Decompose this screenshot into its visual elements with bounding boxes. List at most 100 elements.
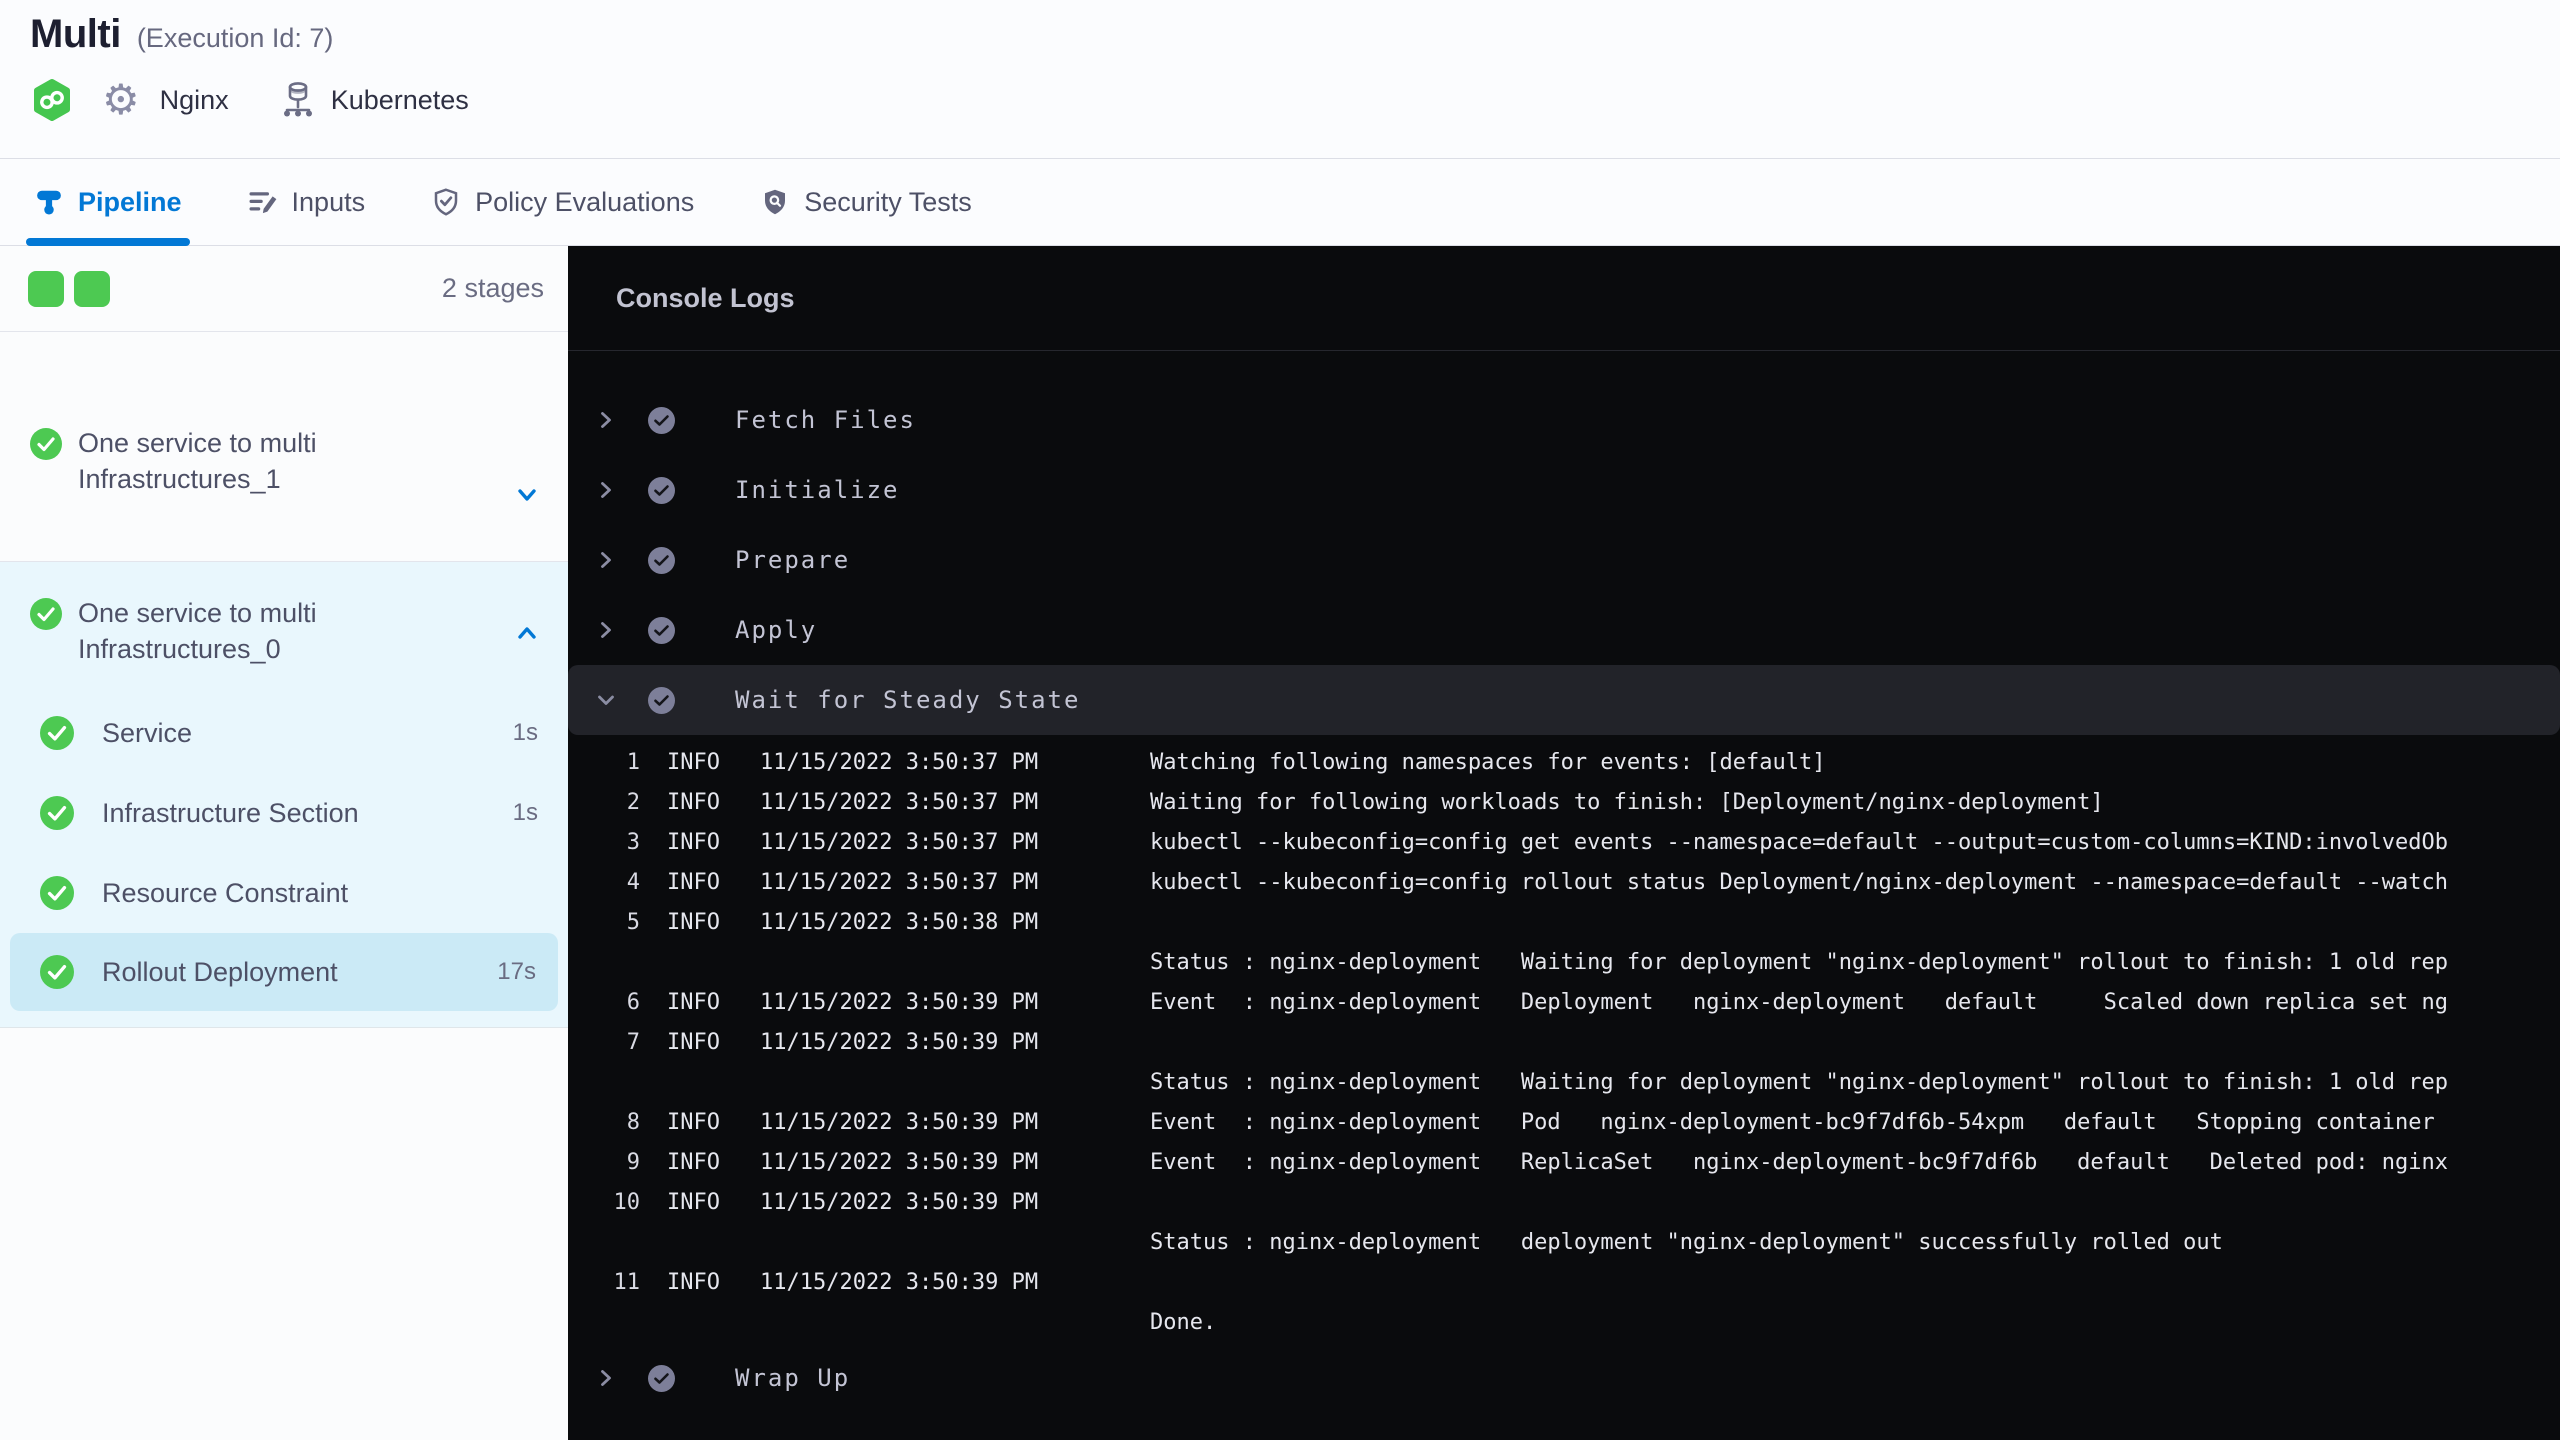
console-step-label: Initialize bbox=[735, 476, 900, 504]
log-line: 8 INFO 11/15/2022 3:50:39 PM Event : nginx-… bbox=[568, 1103, 2560, 1143]
chevron-right-icon[interactable] bbox=[594, 478, 618, 502]
log-line-number: 9 bbox=[626, 1150, 640, 1175]
step-row-infrastructure-section[interactable]: Infrastructure Section 1s bbox=[0, 773, 568, 853]
stage-success-check-icon bbox=[30, 428, 62, 460]
log-line-number: 4 bbox=[626, 870, 640, 895]
stage-name: One service to multi Infrastructures_1 bbox=[78, 428, 317, 494]
log-message bbox=[1150, 1263, 2560, 1303]
log-timestamp: 11/15/2022 3:50:39 PM bbox=[760, 1150, 1039, 1175]
console-logs-header: Console Logs bbox=[568, 246, 2560, 351]
log-line-number: 2 bbox=[626, 790, 640, 815]
tab-policy-evaluations[interactable]: Policy Evaluations bbox=[431, 159, 694, 245]
page-header: Multi (Execution Id: 7) ⚙ Nginx Kubernet… bbox=[0, 0, 2560, 158]
console-step-fetch-files[interactable]: Fetch Files bbox=[568, 385, 2560, 455]
log-timestamp: 11/15/2022 3:50:39 PM bbox=[760, 1110, 1039, 1135]
log-message: Status : nginx-deployment Waiting for de… bbox=[1150, 950, 2449, 975]
console-step-wait-for-steady-state-expanded[interactable]: Wait for Steady State bbox=[568, 665, 2560, 735]
console-logs-panel: Console Logs Fetch Files Initialize Prep… bbox=[568, 246, 2560, 1440]
chevron-right-icon[interactable] bbox=[594, 548, 618, 572]
chevron-right-icon[interactable] bbox=[594, 1366, 618, 1390]
log-line-number: 1 bbox=[626, 750, 640, 775]
log-line-number: 6 bbox=[626, 990, 640, 1015]
log-level bbox=[640, 1223, 760, 1263]
log-timestamp: 11/15/2022 3:50:39 PM bbox=[760, 990, 1039, 1015]
log-message bbox=[1150, 1023, 2560, 1063]
log-level: INFO bbox=[667, 830, 720, 855]
infra-chip-label[interactable]: Kubernetes bbox=[331, 85, 469, 116]
log-line: 11 INFO 11/15/2022 3:50:39 PM bbox=[568, 1263, 2560, 1303]
execution-id: (Execution Id: 7) bbox=[136, 23, 334, 53]
step-success-check-icon bbox=[40, 796, 74, 830]
service-chip-label[interactable]: Nginx bbox=[160, 85, 229, 116]
log-line-number: 7 bbox=[626, 1030, 640, 1055]
chevron-up-icon[interactable] bbox=[512, 618, 542, 648]
log-message: Status : nginx-deployment Waiting for de… bbox=[1150, 1070, 2449, 1095]
log-line: 6 INFO 11/15/2022 3:50:39 PM Event : nginx-… bbox=[568, 983, 2560, 1023]
step-row-resource-constraint[interactable]: Resource Constraint bbox=[0, 853, 568, 933]
log-line: 1 INFO 11/15/2022 3:50:37 PM Watching follo… bbox=[568, 743, 2560, 783]
main-content: 2 stages One service to multi Infrastruc… bbox=[0, 246, 2560, 1440]
tab-security-tests-label: Security Tests bbox=[804, 186, 972, 217]
step-success-badge-icon bbox=[648, 406, 675, 434]
console-step-apply[interactable]: Apply bbox=[568, 595, 2560, 665]
log-level bbox=[640, 1063, 760, 1103]
stage-success-check-icon bbox=[30, 598, 62, 630]
chevron-down-icon[interactable] bbox=[594, 688, 618, 712]
log-message: Event : nginx-deployment Pod nginx-deplo… bbox=[1150, 1110, 2435, 1135]
stage-row-infrastructures-0[interactable]: One service to multi Infrastructures_0 bbox=[0, 598, 568, 667]
log-timestamp: 11/15/2022 3:50:39 PM bbox=[760, 1190, 1039, 1215]
step-success-badge-icon bbox=[648, 1364, 675, 1392]
log-level: INFO bbox=[667, 1150, 720, 1175]
console-step-prepare[interactable]: Prepare bbox=[568, 525, 2560, 595]
log-level: INFO bbox=[667, 1110, 720, 1135]
step-row-service[interactable]: Service 1s bbox=[0, 693, 568, 773]
stage-sidebar: 2 stages One service to multi Infrastruc… bbox=[0, 246, 568, 1440]
console-step-initialize[interactable]: Initialize bbox=[568, 455, 2560, 525]
console-logs-title: Console Logs bbox=[616, 282, 795, 313]
console-step-label: Prepare bbox=[735, 546, 851, 574]
step-duration: 1s bbox=[512, 719, 538, 746]
tab-pipeline[interactable]: Pipeline bbox=[26, 159, 190, 246]
log-timestamp: 11/15/2022 3:50:38 PM bbox=[760, 910, 1039, 935]
chevron-right-icon[interactable] bbox=[594, 618, 618, 642]
log-line: Done. bbox=[568, 1303, 2560, 1343]
log-line-number bbox=[568, 1303, 640, 1343]
log-line-number bbox=[568, 1063, 640, 1103]
log-timestamp: 11/15/2022 3:50:37 PM bbox=[760, 830, 1039, 855]
log-line-number: 11 bbox=[613, 1270, 641, 1295]
step-row-rollout-deployment-selected[interactable]: Rollout Deployment 17s bbox=[10, 933, 558, 1011]
log-level: INFO bbox=[667, 990, 720, 1015]
log-line: 5 INFO 11/15/2022 3:50:38 PM bbox=[568, 903, 2560, 943]
log-message bbox=[1150, 1183, 2560, 1223]
log-level bbox=[640, 1303, 760, 1343]
log-message: Event : nginx-deployment Deployment ngin… bbox=[1150, 990, 2449, 1015]
stage-success-square-1[interactable] bbox=[28, 270, 64, 307]
stage-success-square-2[interactable] bbox=[74, 270, 110, 307]
step-duration: 17s bbox=[497, 958, 536, 985]
stage-row-infrastructures-1[interactable]: One service to multi Infrastructures_1 bbox=[0, 332, 568, 562]
chevron-right-icon[interactable] bbox=[594, 408, 618, 432]
page-title: Multi bbox=[30, 12, 121, 56]
log-line-number: 10 bbox=[613, 1190, 641, 1215]
chevron-down-icon[interactable] bbox=[512, 480, 542, 510]
stage-name: One service to multi Infrastructures_0 bbox=[78, 598, 317, 664]
log-line: 4 INFO 11/15/2022 3:50:37 PM kubectl --kube… bbox=[568, 863, 2560, 903]
step-success-check-icon bbox=[40, 955, 74, 989]
log-timestamp: 11/15/2022 3:50:37 PM bbox=[760, 870, 1039, 895]
step-success-badge-icon bbox=[648, 476, 675, 504]
tab-security-tests[interactable]: Security Tests bbox=[760, 159, 972, 245]
step-label: Service bbox=[102, 717, 193, 748]
log-level: INFO bbox=[667, 1030, 720, 1055]
tab-policy-evaluations-label: Policy Evaluations bbox=[475, 186, 695, 217]
step-success-badge-icon bbox=[648, 686, 675, 714]
tab-inputs[interactable]: Inputs bbox=[248, 159, 366, 245]
log-level: INFO bbox=[667, 910, 720, 935]
log-message: Done. bbox=[1150, 1310, 1217, 1335]
step-label: Infrastructure Section bbox=[102, 797, 359, 828]
step-success-badge-icon bbox=[648, 546, 675, 574]
console-step-wrap-up[interactable]: Wrap Up bbox=[568, 1343, 2560, 1413]
tab-inputs-label: Inputs bbox=[291, 186, 366, 217]
log-line-number bbox=[568, 1223, 640, 1263]
log-message: kubectl --kubeconfig=config rollout stat… bbox=[1150, 870, 2449, 895]
harness-logo-icon bbox=[30, 78, 74, 122]
